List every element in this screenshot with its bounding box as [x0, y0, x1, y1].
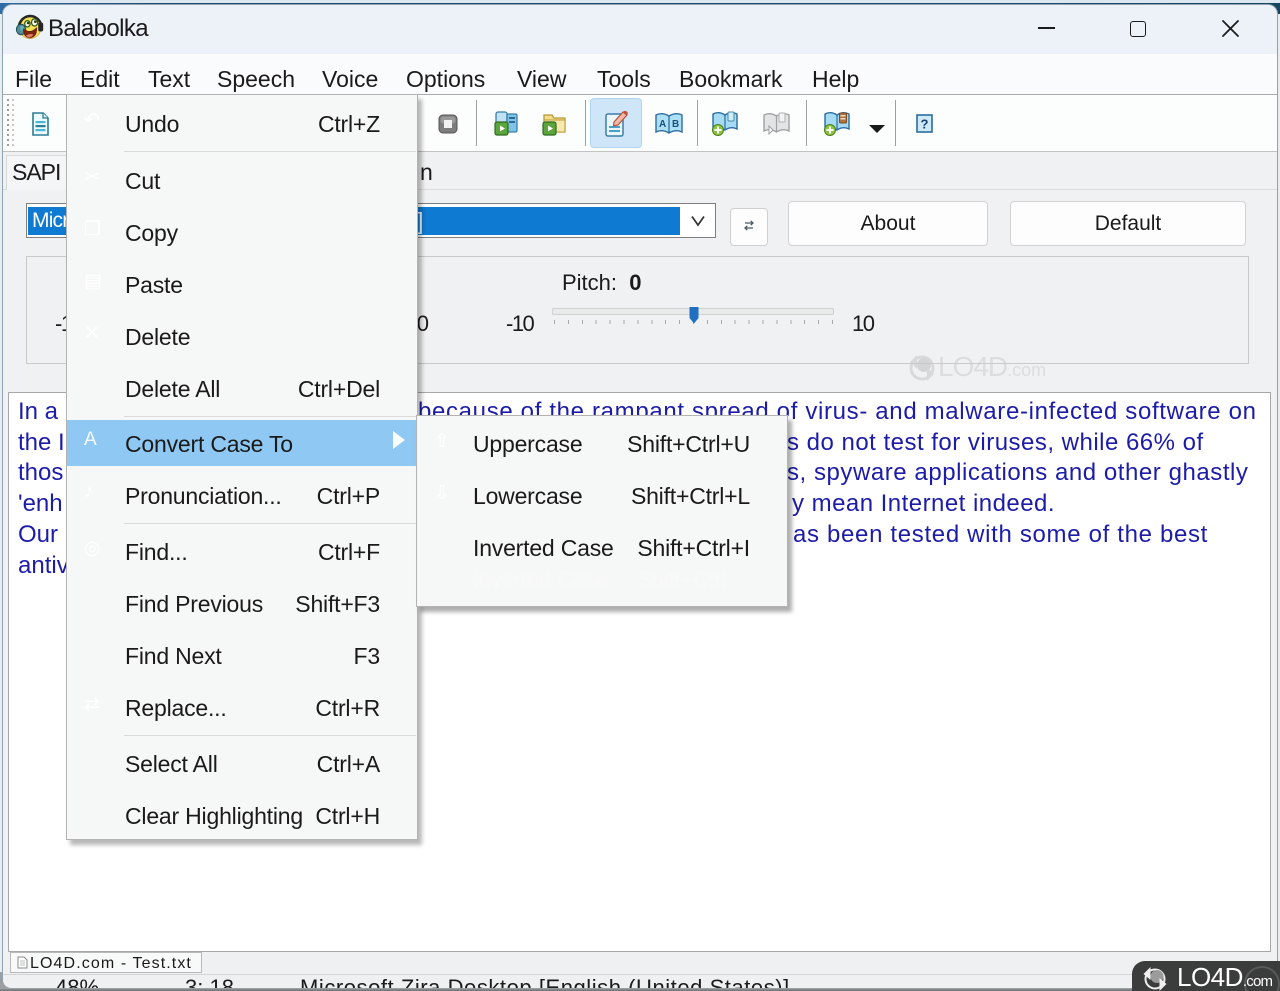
- svg-text:?: ?: [921, 117, 929, 132]
- svg-text:A: A: [659, 119, 666, 130]
- svg-text:B: B: [672, 119, 679, 130]
